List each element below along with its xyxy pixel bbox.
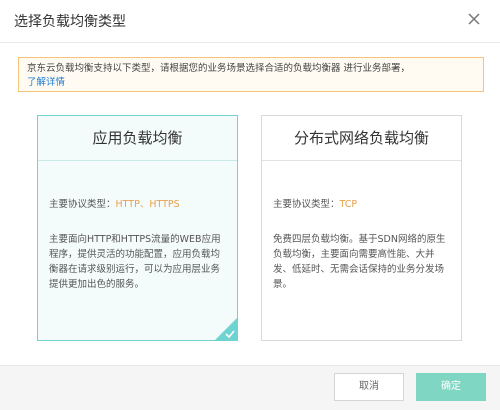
card-distributed-network-load-balancer[interactable]: 分布式网络负载均衡 主要协议类型：TCP 免费四层负载均衡。基于SDN网络的原生… (261, 115, 462, 341)
learn-more-link[interactable]: 了解详情 (27, 77, 65, 88)
card-application-load-balancer[interactable]: 应用负载均衡 主要协议类型：HTTP、HTTPS 主要面向HTTP和HTTPS流… (37, 115, 238, 341)
notice-text: 京东云负载均衡支持以下类型，请根据您的业务场景选择合适的负载均衡器 进行业务部署… (27, 63, 411, 74)
confirm-button[interactable]: 确定 (416, 373, 486, 401)
dialog-title: 选择负载均衡类型 (14, 14, 126, 30)
card-title: 应用负载均衡 (38, 116, 237, 161)
dialog-header: 选择负载均衡类型 (0, 0, 500, 43)
card-description: 免费四层负载均衡。基于SDN网络的原生负载均衡，主要面向需要高性能、大并发、低延… (273, 234, 446, 290)
protocol-line: 主要协议类型：HTTP、HTTPS (49, 196, 180, 210)
info-notice: 京东云负载均衡支持以下类型，请根据您的业务场景选择合适的负载均衡器 进行业务部署… (18, 57, 484, 92)
protocol-label: 主要协议类型： (49, 199, 116, 210)
select-load-balancer-dialog: 选择负载均衡类型 京东云负载均衡支持以下类型，请根据您的业务场景选择合适的负载均… (0, 0, 500, 410)
card-title: 分布式网络负载均衡 (262, 116, 461, 161)
cancel-button[interactable]: 取消 (334, 373, 404, 401)
card-description: 主要面向HTTP和HTTPS流量的WEB应用程序，提供灵活的功能配置，应用负载均… (49, 234, 221, 290)
selected-check-icon (214, 317, 238, 341)
protocol-line: 主要协议类型：TCP (273, 196, 357, 210)
dialog-footer: 取消 确定 (0, 365, 500, 410)
close-icon[interactable] (464, 9, 484, 29)
protocol-value: TCP (339, 199, 358, 210)
protocol-label: 主要协议类型： (273, 199, 340, 210)
protocol-value: HTTP、HTTPS (115, 199, 180, 210)
